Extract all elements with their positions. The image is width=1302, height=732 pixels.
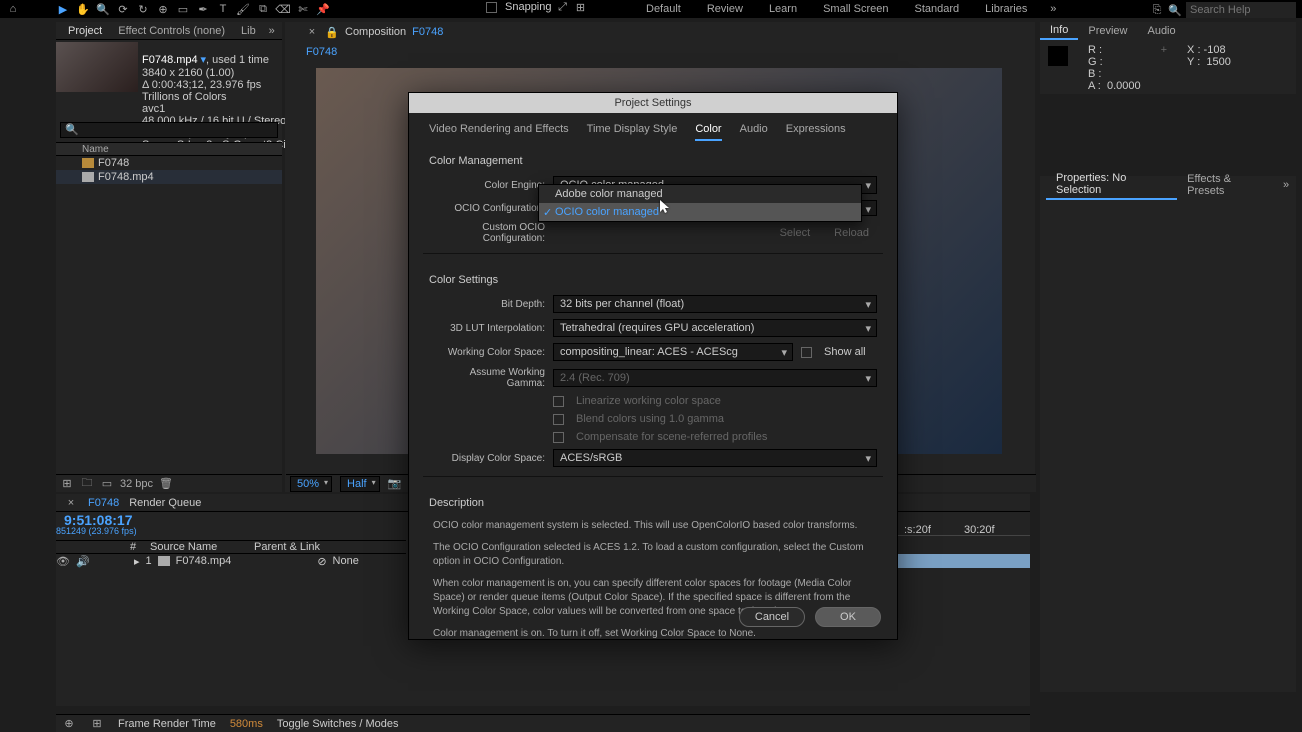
select-bit-depth[interactable]: 32 bits per channel (float) (553, 295, 877, 313)
chk-compensate (553, 432, 564, 443)
btn-select-ocio[interactable]: Select (772, 225, 819, 241)
dd-option-label: Adobe color managed (555, 188, 663, 200)
dlgtab-color[interactable]: Color (695, 123, 721, 141)
select-display-cs[interactable]: ACES/sRGB (553, 449, 877, 467)
lbl-ocio-config: OCIO Configuration: (429, 203, 545, 214)
select-assume-gamma: 2.4 (Rec. 709) (553, 369, 877, 387)
dialog-title: Project Settings (409, 93, 897, 113)
lbl-bit-depth: Bit Depth: (429, 299, 545, 310)
dlgtab-video[interactable]: Video Rendering and Effects (429, 123, 569, 141)
dd-option-ocio[interactable]: ✓OCIO color managed (539, 203, 861, 221)
desc-line1: OCIO color management system is selected… (409, 515, 897, 537)
dlgtab-audio[interactable]: Audio (740, 123, 768, 141)
dd-option-adobe[interactable]: Adobe color managed (539, 185, 861, 203)
project-settings-dialog: Project Settings Video Rendering and Eff… (408, 92, 898, 640)
section-color-settings: Color Settings (409, 260, 897, 292)
cancel-button[interactable]: Cancel (739, 607, 805, 627)
ocio-config-dropdown: Adobe color managed ✓OCIO color managed (538, 184, 862, 222)
mouse-cursor-icon (660, 200, 670, 214)
modal-overlay: Project Settings Video Rendering and Eff… (0, 0, 1302, 732)
section-description: Description (409, 483, 897, 515)
dlgtab-expr[interactable]: Expressions (786, 123, 846, 141)
desc-line2: The OCIO Configuration selected is ACES … (409, 537, 897, 573)
lbl-working-cs: Working Color Space: (429, 347, 545, 358)
dialog-tabs: Video Rendering and Effects Time Display… (409, 113, 897, 141)
dlgtab-time[interactable]: Time Display Style (587, 123, 678, 141)
lbl-custom-ocio: Custom OCIO Configuration: (429, 222, 545, 244)
lbl-linearize: Linearize working color space (576, 395, 721, 407)
lbl-3dlut: 3D LUT Interpolation: (429, 323, 545, 334)
chk-showall[interactable] (801, 347, 812, 358)
lbl-assume-gamma: Assume Working Gamma: (429, 367, 545, 389)
lbl-showall: Show all (824, 346, 866, 358)
select-3dlut[interactable]: Tetrahedral (requires GPU acceleration) (553, 319, 877, 337)
lbl-compensate: Compensate for scene-referred profiles (576, 431, 767, 443)
section-color-mgmt: Color Management (409, 141, 897, 173)
select-working-cs[interactable]: compositing_linear: ACES - ACEScg (553, 343, 793, 361)
lbl-display-cs: Display Color Space: (429, 453, 545, 464)
check-icon: ✓ (543, 206, 552, 219)
chk-linearize (553, 396, 564, 407)
dd-option-label: OCIO color managed (555, 206, 659, 218)
chk-blend (553, 414, 564, 425)
ok-button[interactable]: OK (815, 607, 881, 627)
lbl-color-engine: Color Engine: (429, 180, 545, 191)
btn-reload-ocio[interactable]: Reload (826, 225, 877, 241)
lbl-blend: Blend colors using 1.0 gamma (576, 413, 724, 425)
